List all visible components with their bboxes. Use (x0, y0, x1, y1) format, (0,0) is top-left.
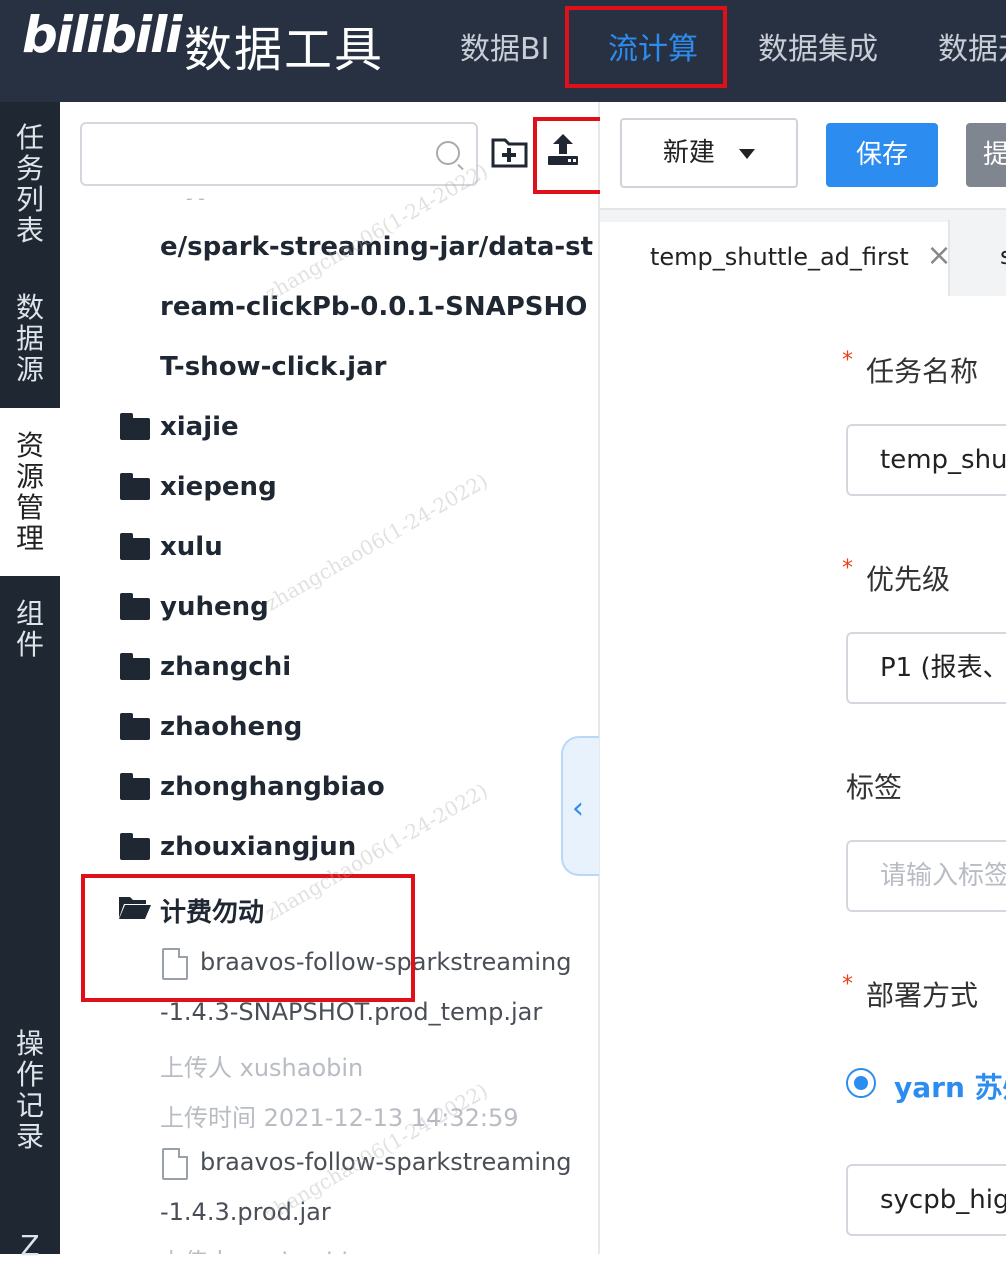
app-title: 数据工具 (184, 22, 385, 78)
sidebar-item-partial[interactable]: Z (0, 1230, 60, 1261)
sidebar-item-datasource[interactable]: 数据源 (0, 292, 60, 385)
nav-item-data-dev[interactable]: 数据开 (938, 24, 1006, 68)
caret-down-icon (739, 148, 756, 159)
file-name[interactable]: braavos-follow-sparkstreaming (200, 1148, 598, 1176)
folder-item[interactable]: zhonghangbiao (160, 772, 598, 802)
tree-path-line[interactable]: e/spark-streaming-jar/data-st (160, 232, 598, 262)
folder-icon (120, 833, 150, 860)
deploy-radio[interactable] (846, 1068, 876, 1098)
tab-bar (600, 208, 1006, 222)
new-dropdown-button[interactable]: 新建 (620, 118, 798, 188)
required-mark: * (842, 348, 853, 373)
tab-next[interactable]: s (948, 220, 1006, 296)
editor-area: 新建 保存 提 temp_shuttle_ad_first × s * 任务名称… (600, 102, 1006, 1254)
nav-item-data-bi[interactable]: 数据BI (460, 24, 549, 68)
resource-search-input[interactable] (80, 122, 478, 186)
folder-icon (120, 593, 150, 620)
top-header: bilibili 数据工具 数据BI 流计算 数据集成 数据开 (0, 0, 1006, 102)
nav-item-data-integration[interactable]: 数据集成 (758, 24, 878, 68)
save-button[interactable]: 保存 (826, 123, 938, 187)
file-name-cont[interactable]: -1.4.3.prod.jar (160, 1198, 598, 1226)
folder-icon (120, 773, 150, 800)
task-name-label: * 任务名称 (842, 348, 979, 388)
file-upload-time: 上传时间 2021-12-13 14:32:59 (160, 1104, 519, 1132)
sidebar-item-resource-management[interactable]: 资源管理 (0, 408, 60, 576)
highlight-box-billing-folder (81, 874, 415, 1002)
resource-panel: - - e/spark-streaming-jar/data-st ream-c… (60, 102, 598, 1254)
deploy-mode-label: * 部署方式 (842, 972, 979, 1012)
folder-item[interactable]: zhaoheng (160, 712, 598, 742)
tags-label: 标签 (846, 771, 903, 804)
file-uploader: 上传人 xushaobin (160, 1242, 598, 1254)
sidebar-item-task-list[interactable]: 任务列表 (0, 122, 60, 246)
file-uploader: 上传人 xushaobin (160, 1054, 364, 1082)
left-sidebar: 任务列表 数据源 资源管理 组件 操作记录 Z (0, 102, 60, 1261)
folder-item[interactable]: xiajie (160, 412, 598, 442)
tab-temp-shuttle-ad-first[interactable]: temp_shuttle_ad_first × (620, 222, 952, 292)
folder-icon (120, 653, 150, 680)
priority-label: * 优先级 (842, 556, 951, 596)
chevron-left-icon: ‹ (572, 791, 584, 826)
search-icon[interactable] (436, 141, 460, 165)
required-mark: * (842, 972, 853, 997)
new-folder-icon[interactable] (490, 134, 530, 170)
file-name-cont[interactable]: -1.4.3-SNAPSHOT.prod_temp.jar (160, 998, 598, 1026)
collapse-panel-tab[interactable]: ‹ (561, 736, 599, 876)
file-icon (162, 1148, 188, 1180)
task-name-input[interactable]: temp_shuttle_ad_first (846, 424, 1006, 496)
folder-item[interactable]: yuheng (160, 592, 598, 622)
highlight-box-stream-compute (565, 6, 727, 88)
folder-icon (120, 473, 150, 500)
folder-item[interactable]: xiepeng (160, 472, 598, 502)
priority-select[interactable]: P1 (报表、 (846, 632, 1006, 704)
folder-icon (120, 533, 150, 560)
submit-button[interactable]: 提 (966, 123, 1006, 187)
folder-item[interactable]: zhouxiangjun (160, 832, 598, 862)
required-mark: * (842, 556, 853, 581)
queue-select[interactable]: sycpb_high (846, 1164, 1006, 1236)
folder-icon (120, 713, 150, 740)
sidebar-item-operation-log[interactable]: 操作记录 (0, 1028, 60, 1152)
folder-item[interactable]: xulu (160, 532, 598, 562)
tags-input[interactable]: 请输入标签 (846, 840, 1006, 912)
deploy-option-label[interactable]: yarn 苏州 (894, 1066, 1006, 1106)
sidebar-item-components[interactable]: 组件 (0, 598, 60, 660)
tree-path-line[interactable]: T-show-click.jar (160, 352, 598, 382)
bilibili-logo[interactable]: bilibili (22, 6, 182, 64)
folder-item[interactable]: zhangchi (160, 652, 598, 682)
folder-icon (120, 413, 150, 440)
tree-path-line[interactable]: ream-clickPb-0.0.1-SNAPSHO (160, 292, 598, 322)
